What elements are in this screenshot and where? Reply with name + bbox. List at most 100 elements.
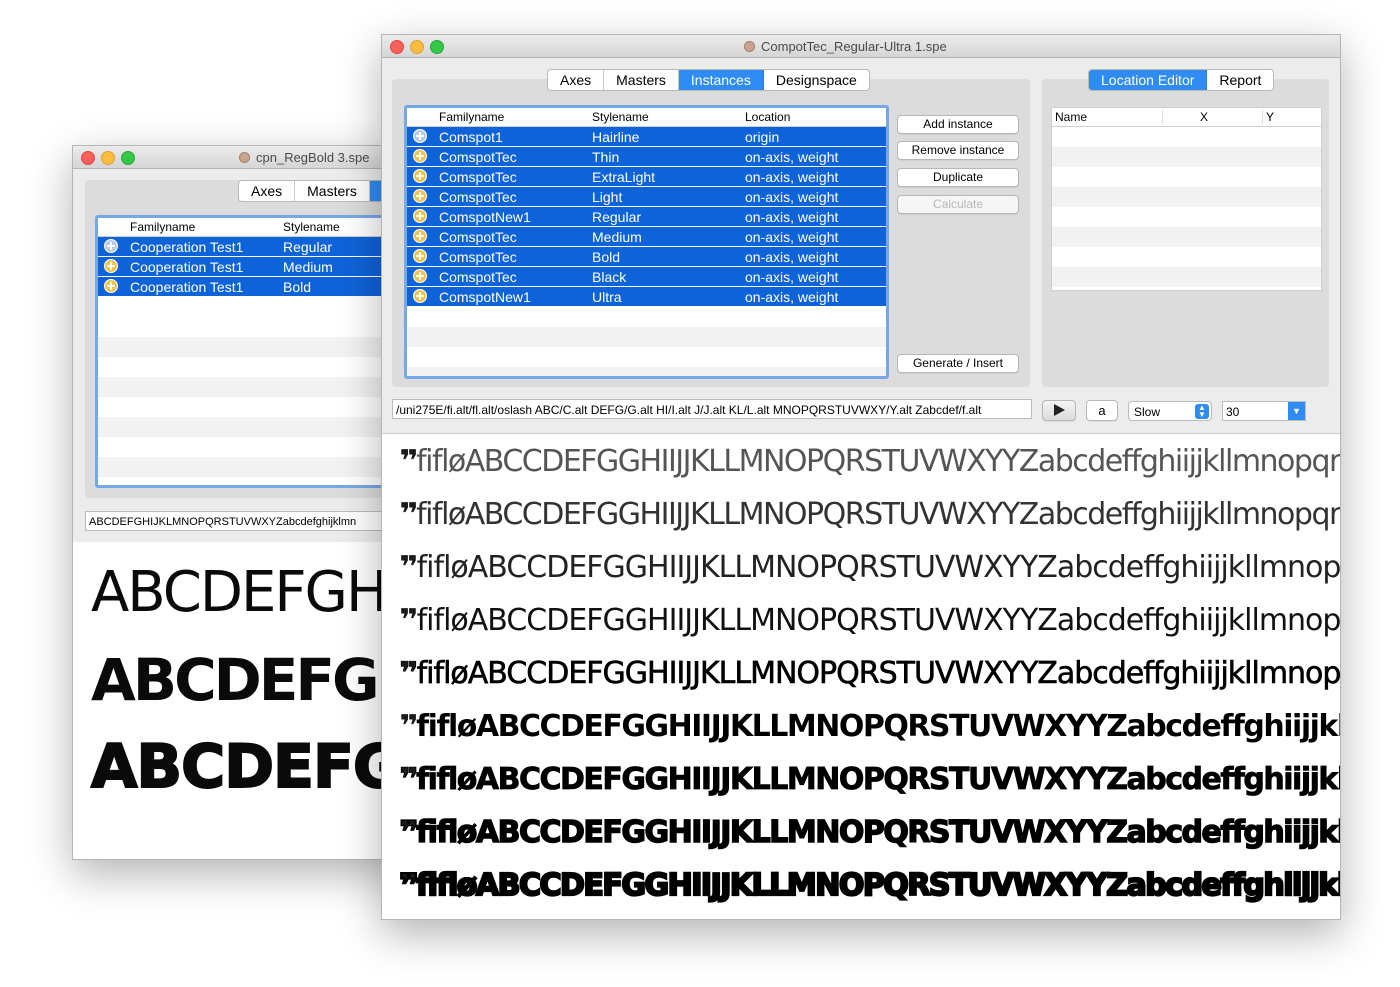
preview-line-ultra: ❞fifløABCCDEFGGHIIJJKLLMNOPQRSTUVWXYYZab…	[398, 867, 1340, 904]
instance-icon	[413, 229, 427, 243]
instance-icon	[104, 239, 118, 253]
speed-value: Slow	[1134, 405, 1161, 419]
screen: { "back_window": { "title": "cpn_RegBold…	[0, 0, 1400, 987]
duplicate-button[interactable]: Duplicate	[897, 168, 1019, 187]
cell-location: on-axis, weight	[745, 249, 839, 265]
tab-axes[interactable]: Axes	[239, 181, 296, 201]
cell-familyname: ComspotNew1	[439, 209, 531, 225]
table-row[interactable]: ComspotTec Light on-axis, weight	[407, 187, 886, 207]
table-row[interactable]: Cooperation Test1 Medium	[98, 257, 403, 277]
cell-familyname: Cooperation Test1	[130, 279, 244, 295]
table-row[interactable]: ComspotTec Medium on-axis, weight	[407, 227, 886, 247]
close-window-button[interactable]	[81, 151, 95, 165]
tab-masters[interactable]: Masters	[604, 70, 679, 90]
empty-row	[98, 337, 403, 357]
sample-text-value: /uni275E/fi.alt/fl.alt/oslash ABC/C.alt …	[396, 403, 982, 417]
instance-icon	[104, 279, 118, 293]
instance-icon	[413, 269, 427, 283]
cell-location: on-axis, weight	[745, 209, 839, 225]
size-combobox[interactable]: 30 ▼	[1222, 401, 1306, 421]
sample-text-input[interactable]: /uni275E/fi.alt/fl.alt/oslash ABC/C.alt …	[392, 399, 1032, 419]
cell-stylename: Bold	[592, 249, 621, 265]
cell-stylename: ExtraLight	[592, 169, 656, 185]
table-row[interactable]: ComspotTec Thin on-axis, weight	[407, 147, 886, 167]
preview-line-bold: ABCDEFGH	[90, 731, 403, 803]
cell-stylename: Medium	[283, 259, 333, 275]
column-location[interactable]: Location	[745, 110, 790, 124]
back-sample-text-input[interactable]: ABCDEFGHIJKLMNOPQRSTUVWXYZabcdefghijklmn	[85, 511, 403, 531]
empty-row	[1052, 187, 1321, 207]
document-icon	[239, 152, 250, 163]
cell-familyname: Cooperation Test1	[130, 259, 244, 275]
cell-location: on-axis, weight	[745, 269, 839, 285]
instance-icon	[413, 149, 427, 163]
column-stylename[interactable]: Stylename	[592, 110, 649, 124]
cell-stylename: Light	[592, 189, 623, 205]
instances-table[interactable]: Familyname Stylename Location Comspot1 H…	[404, 105, 889, 379]
calculate-button[interactable]: Calculate	[897, 195, 1019, 214]
preview-line-extralight: ❞fifløABCCDEFGGHIIJJKLLMNOPQRSTUVWXYYZab…	[399, 550, 1340, 585]
close-window-button[interactable]	[390, 40, 404, 54]
column-familyname[interactable]: Familyname	[130, 220, 195, 234]
tab-report[interactable]: Report	[1207, 70, 1273, 90]
tab-instances[interactable]: Instances	[678, 70, 764, 90]
cell-familyname: ComspotTec	[439, 229, 517, 245]
quote-glyph: ❞	[399, 709, 418, 744]
minimize-window-button[interactable]	[410, 40, 424, 54]
minimize-window-button[interactable]	[101, 151, 115, 165]
column-name[interactable]: Name	[1055, 110, 1087, 124]
chevron-down-icon[interactable]: ▼	[1288, 402, 1305, 420]
speed-select[interactable]: Slow ▲ ▼	[1128, 401, 1212, 421]
zoom-window-button[interactable]	[121, 151, 135, 165]
tab-designspace[interactable]: Designspace	[764, 70, 869, 90]
table-row[interactable]: ComspotNew1 Ultra on-axis, weight	[407, 287, 886, 307]
generate-insert-button[interactable]: Generate / Insert	[897, 354, 1019, 373]
empty-row	[98, 417, 403, 437]
preview-line-text: fifløABCCDEFGGHIIJJKLLMNOPQRSTUVWXYYZabc…	[415, 814, 1340, 850]
document-icon	[744, 41, 755, 52]
instance-icon	[413, 209, 427, 223]
preview-line-medium: ABCDEFGH	[91, 646, 403, 714]
location-table[interactable]: Name X Y	[1051, 107, 1322, 291]
preview-line-text: fifløABCCDEFGGHIIJJKLLMNOPQRSTUVWXYYZabc…	[416, 497, 1340, 532]
table-row[interactable]: Cooperation Test1 Bold	[98, 277, 403, 297]
table-row[interactable]: Comspot1 Hairline origin	[407, 127, 886, 147]
cell-stylename: Ultra	[592, 289, 622, 305]
back-masters-table[interactable]: Familyname Stylename Cooperation Test1 R…	[95, 215, 403, 488]
cell-stylename: Regular	[592, 209, 642, 225]
table-row[interactable]: Cooperation Test1 Regular	[98, 237, 403, 257]
remove-instance-button[interactable]: Remove instance	[897, 141, 1019, 160]
table-header: Familyname Stylename	[98, 218, 403, 237]
play-button[interactable]	[1042, 400, 1076, 421]
a-button[interactable]: a	[1086, 400, 1118, 421]
cell-familyname: ComspotTec	[439, 149, 517, 165]
column-y[interactable]: Y	[1266, 110, 1274, 124]
tab-axes[interactable]: Axes	[548, 70, 605, 90]
empty-row	[98, 457, 403, 477]
cell-familyname: ComspotNew1	[439, 289, 531, 305]
cell-stylename: Regular	[283, 239, 333, 255]
preview-line-medium: ❞fifløABCCDEFGGHIIJJKLLMNOPQRSTUVWXYYZab…	[399, 709, 1340, 744]
table-row[interactable]: ComspotNew1 Regular on-axis, weight	[407, 207, 886, 227]
tab-masters[interactable]: Masters	[295, 181, 370, 201]
table-row[interactable]: ComspotTec ExtraLight on-axis, weight	[407, 167, 886, 187]
table-row[interactable]: ComspotTec Bold on-axis, weight	[407, 247, 886, 267]
location-table-header: Name X Y	[1052, 108, 1321, 127]
tab-location-editor[interactable]: Location Editor	[1089, 70, 1208, 90]
instance-icon	[413, 189, 427, 203]
cell-familyname: Comspot1	[439, 129, 503, 145]
preview-line-text: fifløABCCDEFGGHIIJJKLLMNOPQRSTUVWXYYZabc…	[416, 762, 1340, 798]
back-window-title: cpn_RegBold 3.spe	[239, 150, 369, 165]
cell-familyname: ComspotTec	[439, 249, 517, 265]
table-row[interactable]: ComspotTec Black on-axis, weight	[407, 267, 886, 287]
zoom-window-button[interactable]	[430, 40, 444, 54]
instance-icon	[413, 289, 427, 303]
column-stylename[interactable]: Stylename	[283, 220, 340, 234]
add-instance-button[interactable]: Add instance	[897, 115, 1019, 134]
column-x[interactable]: X	[1200, 110, 1208, 124]
column-familyname[interactable]: Familyname	[439, 110, 504, 124]
quote-glyph: ❞	[398, 814, 419, 850]
table-header: Familyname Stylename Location	[407, 108, 886, 127]
preview-line-text: fifløABCCDEFGGHIIJJKLLMNOPQRSTUVWXYYZabc…	[415, 867, 1340, 904]
instance-icon	[104, 259, 118, 273]
